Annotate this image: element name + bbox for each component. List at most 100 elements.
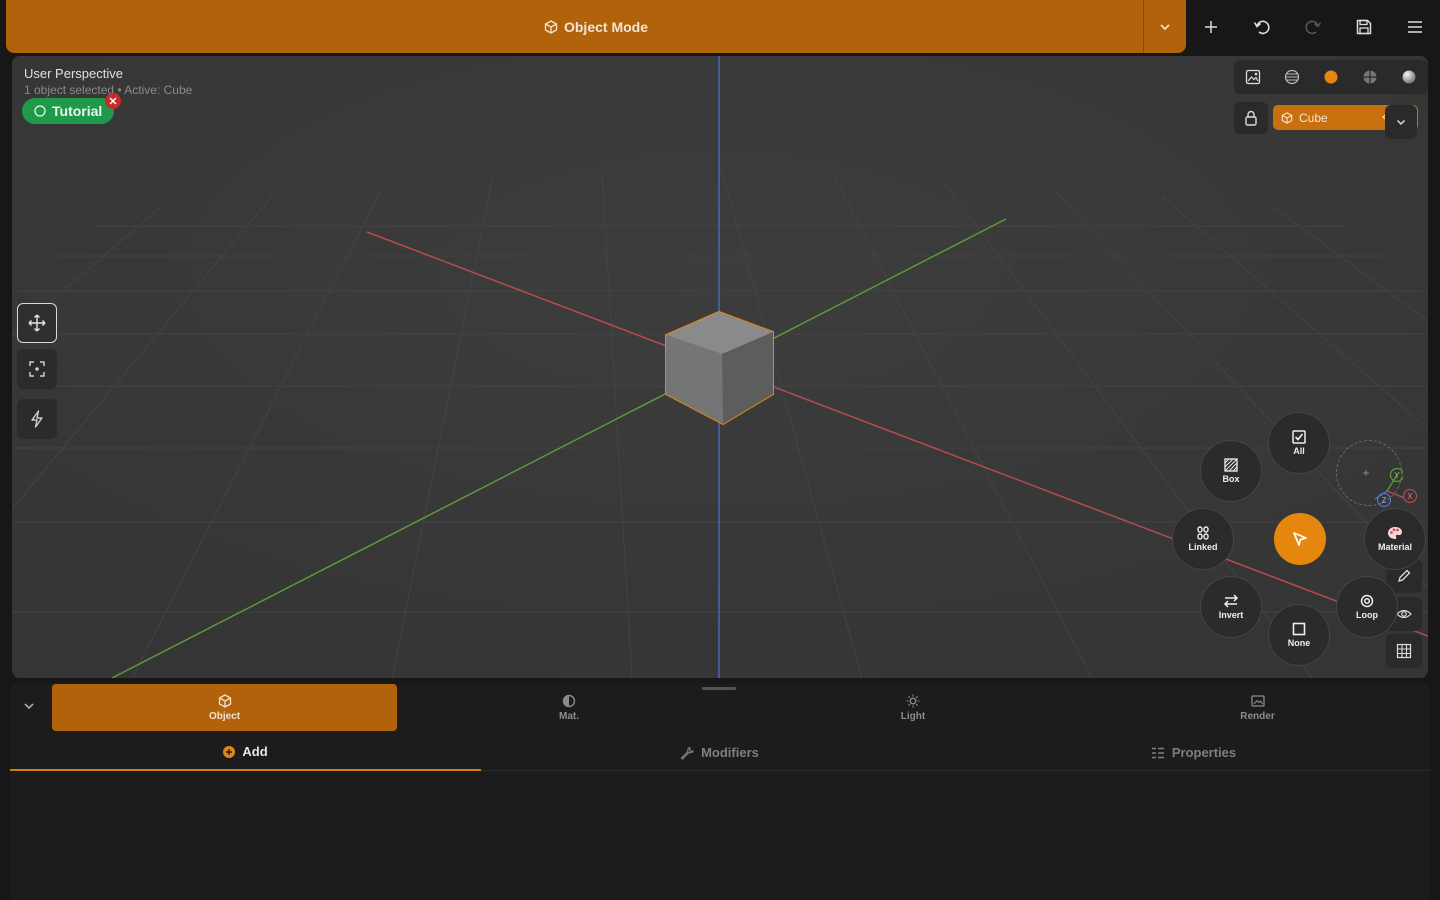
mode-dropdown-button[interactable] — [1143, 0, 1186, 53]
panel-collapse-button[interactable] — [22, 699, 36, 718]
close-icon — [109, 97, 117, 105]
move-icon — [28, 314, 46, 332]
3d-viewport[interactable]: User Perspective 1 object selected • Act… — [12, 56, 1428, 678]
invert-selection-button[interactable]: Invert — [1200, 576, 1262, 638]
select-all-label: All — [1293, 446, 1305, 456]
select-none-label: None — [1287, 638, 1311, 648]
gizmo-x-label: X — [1407, 492, 1413, 501]
cube-icon — [544, 19, 558, 34]
chevron-down-icon — [1160, 23, 1170, 30]
material-preview-icon — [1324, 70, 1338, 84]
select-none-button[interactable]: None — [1268, 604, 1330, 666]
material-icon — [562, 694, 576, 707]
save-button[interactable] — [1344, 7, 1384, 47]
box-select-label: Box — [1222, 474, 1240, 484]
properties-icon — [1151, 747, 1164, 758]
tab-object[interactable]: Object — [52, 684, 397, 731]
wrench-icon — [680, 746, 695, 760]
shading-toolbar — [1234, 60, 1428, 94]
move-tool-button[interactable] — [17, 303, 57, 343]
solid-shading-button[interactable] — [1355, 62, 1385, 92]
tutorial-close-button[interactable] — [105, 93, 121, 109]
view-info: User Perspective 1 object selected • Act… — [24, 66, 192, 97]
select-material-label: Material — [1377, 542, 1412, 552]
image-icon — [1246, 69, 1261, 85]
tab-material[interactable]: Mat. — [397, 684, 741, 731]
select-linked-button[interactable]: Linked — [1172, 508, 1234, 570]
mode-selector[interactable]: Object Mode — [6, 0, 1186, 53]
tab-object-label: Object — [208, 710, 241, 722]
light-icon — [906, 694, 920, 707]
subtab-properties[interactable]: Properties — [958, 734, 1429, 771]
gizmo-axes: Y Z — [1363, 467, 1408, 508]
cursor-icon — [1293, 532, 1307, 546]
top-actions — [1186, 0, 1440, 53]
lightning-icon — [31, 410, 43, 428]
add-icon — [223, 745, 236, 758]
frame-select-button[interactable] — [17, 349, 57, 389]
cube-icon — [1281, 111, 1293, 124]
background-image-button[interactable] — [1238, 62, 1268, 92]
tab-render-label: Render — [1240, 710, 1275, 722]
grid-toggle-button[interactable] — [1386, 634, 1422, 668]
subtab-add[interactable]: Add — [10, 734, 481, 771]
palette-icon — [1388, 527, 1402, 539]
tutorial-button[interactable]: Tutorial — [22, 98, 114, 124]
plus-icon — [1205, 20, 1218, 33]
square-icon — [1292, 622, 1306, 636]
lock-icon — [1245, 110, 1257, 126]
tab-light[interactable]: Light — [741, 684, 1085, 731]
undo-button[interactable] — [1242, 7, 1282, 47]
undo-icon — [1254, 20, 1270, 34]
navigation-gizmo[interactable]: Y Z — [1336, 440, 1408, 508]
select-tool-center-button[interactable] — [1274, 513, 1326, 565]
grid-icon — [1396, 643, 1412, 659]
properties-panel: Object Mat. Light Render Add Modifiers P… — [10, 683, 1430, 900]
invert-selection-label: Invert — [1218, 610, 1244, 620]
box-select-icon — [1224, 458, 1238, 472]
select-loop-button[interactable]: Loop — [1336, 576, 1398, 638]
quick-action-button[interactable] — [17, 399, 57, 439]
subtab-properties-label: Properties — [1171, 745, 1237, 760]
box-select-button[interactable]: Box — [1200, 440, 1262, 502]
wireframe-shading-button[interactable] — [1277, 62, 1307, 92]
active-object-name: Cube — [1299, 110, 1328, 125]
select-material-button[interactable]: Material — [1364, 508, 1426, 570]
select-linked-label: Linked — [1188, 542, 1218, 552]
left-toolbar — [17, 303, 57, 439]
chevron-down-icon — [1396, 119, 1406, 126]
app-root: Object Mode User Perspective 1 object se… — [0, 0, 1440, 900]
gizmo-y-label: Y — [1394, 471, 1400, 480]
tab-light-label: Light — [900, 710, 926, 722]
link-icon — [1197, 526, 1209, 540]
play-circle-icon — [34, 105, 46, 117]
wireframe-shading-icon — [1285, 69, 1300, 85]
gizmo-z-label: Z — [1382, 496, 1387, 505]
material-preview-button[interactable] — [1316, 62, 1346, 92]
tab-render[interactable]: Render — [1085, 684, 1430, 731]
rendered-shading-icon — [1402, 70, 1416, 84]
tutorial-label: Tutorial — [52, 103, 103, 119]
cube-icon — [218, 693, 231, 708]
subtab-modifiers-label: Modifiers — [701, 745, 759, 760]
object-dropdown-button[interactable] — [1385, 105, 1417, 139]
checkbox-icon — [1292, 430, 1306, 444]
eye-icon — [1396, 609, 1412, 619]
frame-select-icon — [29, 361, 45, 377]
solid-shading-icon — [1363, 70, 1377, 84]
lock-button[interactable] — [1234, 102, 1268, 134]
save-icon — [1356, 19, 1372, 34]
subtab-add-label: Add — [242, 744, 268, 759]
mode-label: Object Mode — [563, 18, 648, 35]
chevron-down-icon — [24, 703, 34, 710]
select-loop-label: Loop — [1356, 610, 1378, 620]
redo-button[interactable] — [1293, 7, 1333, 47]
mode-label-group: Object Mode — [544, 19, 648, 35]
swap-icon — [1223, 594, 1239, 608]
select-all-button[interactable]: All — [1268, 412, 1330, 474]
rendered-shading-button[interactable] — [1394, 62, 1424, 92]
add-button[interactable] — [1191, 7, 1231, 47]
gizmo-x[interactable]: X — [1402, 488, 1420, 506]
menu-button[interactable] — [1395, 7, 1435, 47]
subtab-modifiers[interactable]: Modifiers — [484, 734, 955, 771]
